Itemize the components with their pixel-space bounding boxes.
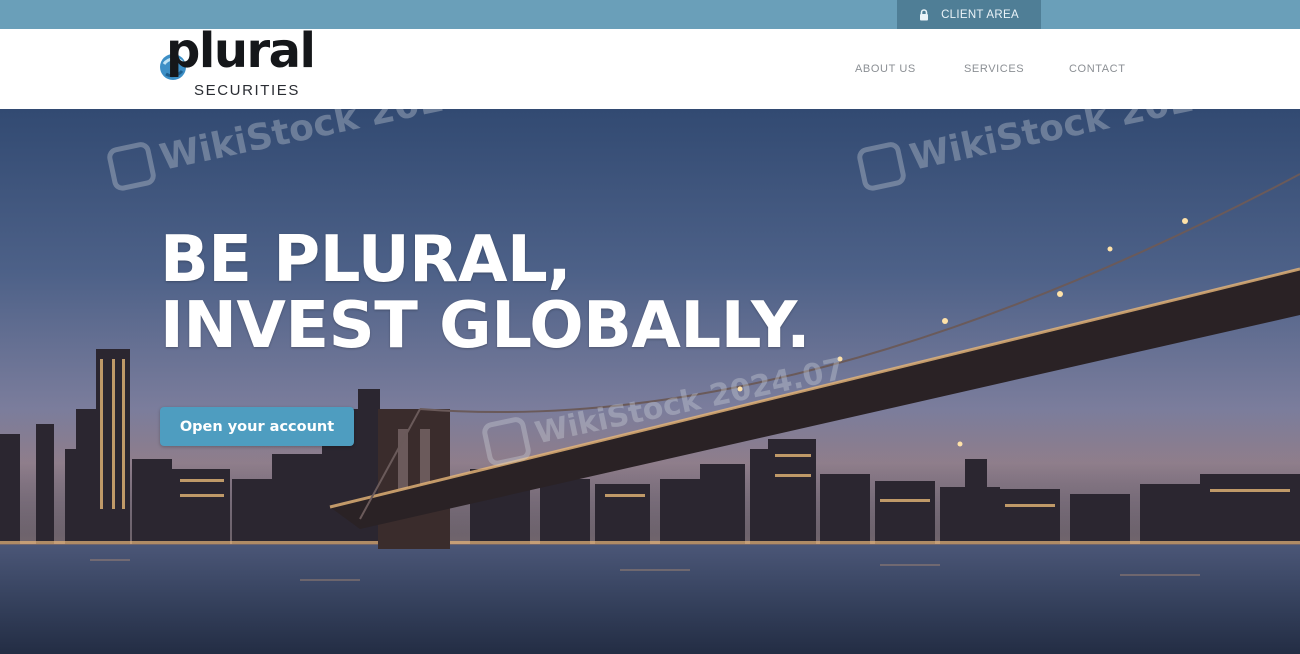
hero-headline-line-2: INVEST GLOBALLY. [160, 289, 811, 363]
nav-about-us[interactable]: ABOUT US [855, 63, 916, 75]
watermark-logo-icon [105, 140, 158, 193]
hero-headline: BE PLURAL, INVEST GLOBALLY. [160, 223, 811, 363]
nav-services[interactable]: SERVICES [964, 63, 1024, 75]
client-area-button[interactable]: CLIENT AREA [897, 0, 1041, 29]
lock-icon [919, 8, 929, 21]
nav-contact[interactable]: CONTACT [1069, 63, 1126, 75]
hero-headline-line-1: BE PLURAL, [160, 223, 572, 297]
watermark-logo-icon [855, 140, 908, 193]
open-account-button[interactable]: Open your account [160, 407, 354, 446]
logo-subtitle: SECURITIES [194, 82, 301, 99]
watermark-logo-icon [480, 415, 533, 468]
hero-section: WikiStock 2024.07 WikiStock 2024.07 Wiki… [0, 109, 1300, 654]
site-header: plural SECURITIES ABOUT US SERVICES CONT… [0, 27, 1300, 109]
client-area-label: CLIENT AREA [941, 8, 1019, 21]
logo-wordmark: plural [166, 23, 316, 79]
city-bridge-background [0, 173, 1300, 654]
plural-securities-logo[interactable]: plural SECURITIES [158, 27, 318, 102]
